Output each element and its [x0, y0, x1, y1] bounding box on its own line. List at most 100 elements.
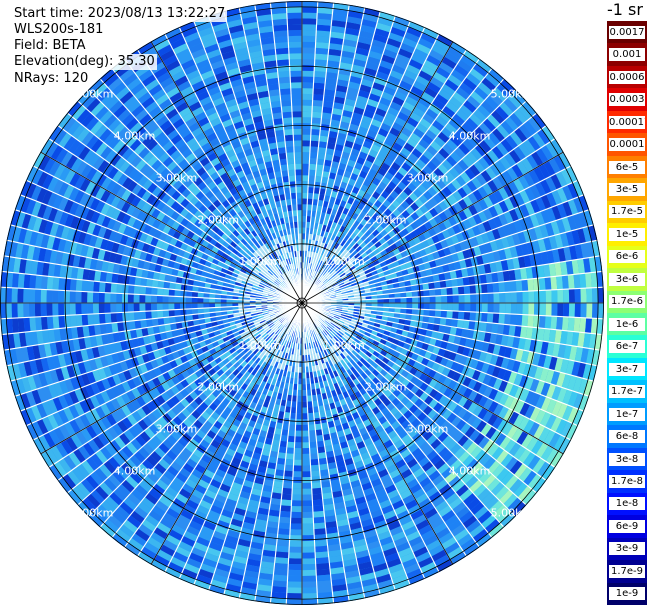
range-bin — [574, 303, 581, 318]
range-bin — [287, 581, 302, 588]
range-bin — [162, 303, 169, 311]
range-bin — [310, 140, 319, 148]
range-bin — [315, 36, 330, 44]
range-bin — [93, 313, 100, 325]
range-bin — [293, 453, 302, 460]
range-bin — [121, 293, 128, 303]
range-bin — [276, 457, 286, 465]
range-bin — [492, 282, 500, 293]
range-bin — [446, 287, 453, 296]
range-bin — [23, 317, 31, 333]
range-bin — [470, 293, 477, 303]
range-bin — [457, 311, 465, 320]
range-bin — [505, 292, 512, 303]
range-bin — [447, 295, 454, 303]
range-bin — [282, 487, 293, 495]
range-bin — [312, 510, 325, 518]
range-bin — [81, 314, 89, 327]
range-bin — [69, 303, 76, 316]
range-bin — [140, 319, 148, 329]
range-bin — [493, 292, 500, 303]
range-bin — [468, 320, 476, 331]
range-bin — [538, 277, 546, 291]
range-bin — [418, 303, 424, 310]
range-bin — [151, 310, 158, 319]
range-bin — [311, 117, 322, 124]
range-bin — [516, 291, 523, 303]
range-bin — [315, 47, 329, 55]
range-bin — [75, 291, 82, 303]
range-bin — [116, 283, 123, 294]
range-bin — [527, 278, 534, 292]
range-bin — [315, 557, 330, 564]
range-bin — [302, 506, 313, 513]
range-bin — [538, 315, 546, 329]
range-bin — [302, 122, 312, 129]
range-bin — [289, 529, 302, 536]
range-bin — [280, 499, 292, 506]
range-bin — [580, 303, 587, 318]
range-bin — [505, 303, 512, 314]
range-bin — [561, 275, 569, 290]
range-bin — [145, 310, 152, 320]
range-bin — [146, 278, 153, 288]
range-bin — [592, 303, 599, 319]
range-bin — [17, 303, 24, 318]
range-bin — [133, 303, 140, 312]
range-bin — [302, 593, 318, 600]
range-bin — [504, 281, 511, 293]
range-bin — [487, 303, 494, 313]
range-bin — [315, 562, 330, 570]
range-bin — [285, 453, 295, 460]
range-bin — [302, 471, 312, 478]
range-bin — [302, 587, 318, 594]
range-bin — [302, 18, 317, 25]
range-bin — [412, 296, 419, 303]
range-bin — [312, 100, 324, 107]
range-bin — [34, 303, 41, 317]
range-bin — [302, 558, 316, 565]
range-bin — [468, 275, 476, 286]
range-bin — [309, 447, 318, 454]
range-bin — [286, 587, 302, 594]
range-bin — [110, 312, 118, 323]
range-bin — [309, 158, 318, 165]
range-bin — [302, 76, 314, 83]
range-bin — [191, 303, 198, 309]
range-bin — [456, 277, 464, 287]
range-bin — [127, 293, 134, 303]
range-bin — [145, 303, 152, 312]
range-bin — [319, 129, 330, 137]
range-bin — [302, 175, 309, 182]
range-bin — [315, 42, 330, 49]
range-bin — [302, 517, 314, 524]
range-bin — [104, 313, 112, 324]
range-bin — [452, 310, 459, 320]
range-bin — [288, 546, 302, 553]
range-bin — [302, 482, 312, 489]
range-bin — [284, 464, 294, 472]
range-bin — [302, 523, 314, 530]
range-bin — [29, 288, 36, 303]
range-bin — [292, 488, 302, 495]
range-bin — [70, 278, 77, 292]
range-bin — [289, 540, 302, 547]
range-bin — [302, 529, 315, 536]
range-bin — [29, 303, 36, 318]
range-bin — [313, 71, 327, 78]
range-bin — [476, 303, 483, 313]
range-bin — [544, 315, 552, 330]
range-bin — [133, 285, 141, 295]
range-bin — [314, 53, 329, 61]
range-bin — [34, 289, 41, 303]
range-bin — [302, 413, 309, 420]
range-bin — [302, 117, 312, 124]
range-bin — [447, 303, 454, 311]
range-bin — [98, 303, 105, 314]
range-bin — [302, 465, 311, 472]
range-bin — [539, 290, 546, 303]
range-bin — [302, 47, 316, 54]
range-bin — [52, 276, 60, 291]
range-bin — [586, 303, 593, 319]
range-bin — [456, 319, 464, 329]
